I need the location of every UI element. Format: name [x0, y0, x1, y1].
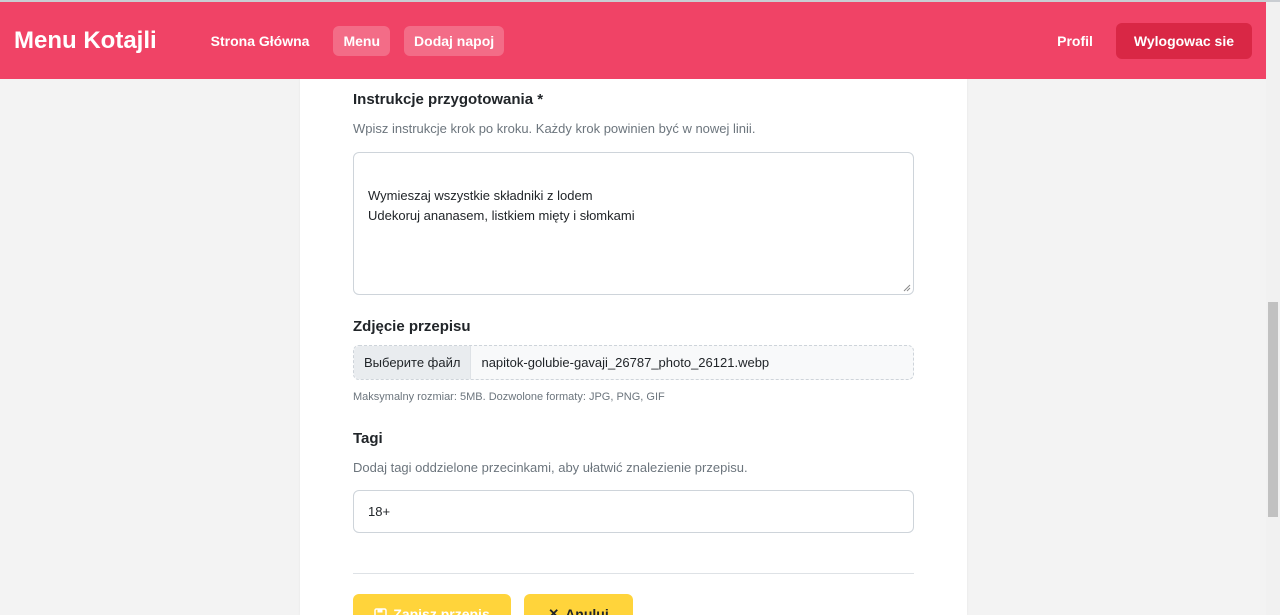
save-recipe-label: Zapisz przepis	[393, 606, 490, 615]
nav-link-add-drink[interactable]: Dodaj napoj	[404, 25, 505, 56]
tags-hint: Dodaj tagi oddzielone przecinkami, aby u…	[353, 460, 748, 475]
nav-links: Strona Główna Menu Dodaj napoj	[201, 25, 518, 56]
nav-link-menu[interactable]: Menu	[333, 25, 391, 56]
logout-button[interactable]: Wylogowac sie	[1115, 22, 1252, 59]
photo-file-input[interactable]: Выберите файл napitok-golubie-gavaji_267…	[353, 345, 914, 380]
tags-label: Tagi	[353, 430, 383, 447]
form-divider	[353, 573, 914, 574]
navbar: Menu Kotajli Strona Główna Menu Dodaj na…	[0, 2, 1266, 79]
cancel-button[interactable]: ✕ Anuluj	[524, 594, 633, 615]
photo-hint: Maksymalny rozmiar: 5MB. Dozwolone forma…	[353, 391, 665, 403]
cancel-label: Anuluj	[565, 606, 609, 615]
recipe-form-card: Instrukcje przygotowania * Wpisz instruk…	[300, 79, 967, 615]
choose-file-button[interactable]: Выберите файл	[354, 346, 472, 379]
instructions-text: Wymieszaj wszystkie składniki z lodem Ud…	[368, 188, 635, 223]
profile-link[interactable]: Profil	[1057, 33, 1093, 49]
close-icon: ✕	[548, 606, 560, 615]
instructions-textarea[interactable]: Wymieszaj wszystkie składniki z lodem Ud…	[353, 152, 914, 295]
instructions-hint: Wpisz instrukcje krok po kroku. Każdy kr…	[353, 121, 756, 136]
tags-value: 18+	[368, 504, 391, 519]
nav-link-home[interactable]: Strona Główna	[201, 26, 320, 56]
brand-title[interactable]: Menu Kotajli	[14, 27, 157, 55]
floppy-icon	[374, 607, 388, 615]
photo-label: Zdjęcie przepisu	[353, 318, 471, 335]
nav-right: Profil Wylogowac sie	[1057, 22, 1266, 59]
instructions-label: Instrukcje przygotowania *	[353, 91, 544, 108]
scrollbar-thumb[interactable]	[1268, 302, 1278, 517]
page-scrollbar[interactable]	[1266, 2, 1280, 615]
resize-grip-icon[interactable]	[903, 284, 911, 292]
selected-file-name: napitok-golubie-gavaji_26787_photo_26121…	[481, 355, 770, 370]
save-recipe-button[interactable]: Zapisz przepis	[353, 594, 511, 615]
window-top-border	[0, 0, 1280, 2]
tags-input[interactable]: 18+	[353, 490, 914, 533]
